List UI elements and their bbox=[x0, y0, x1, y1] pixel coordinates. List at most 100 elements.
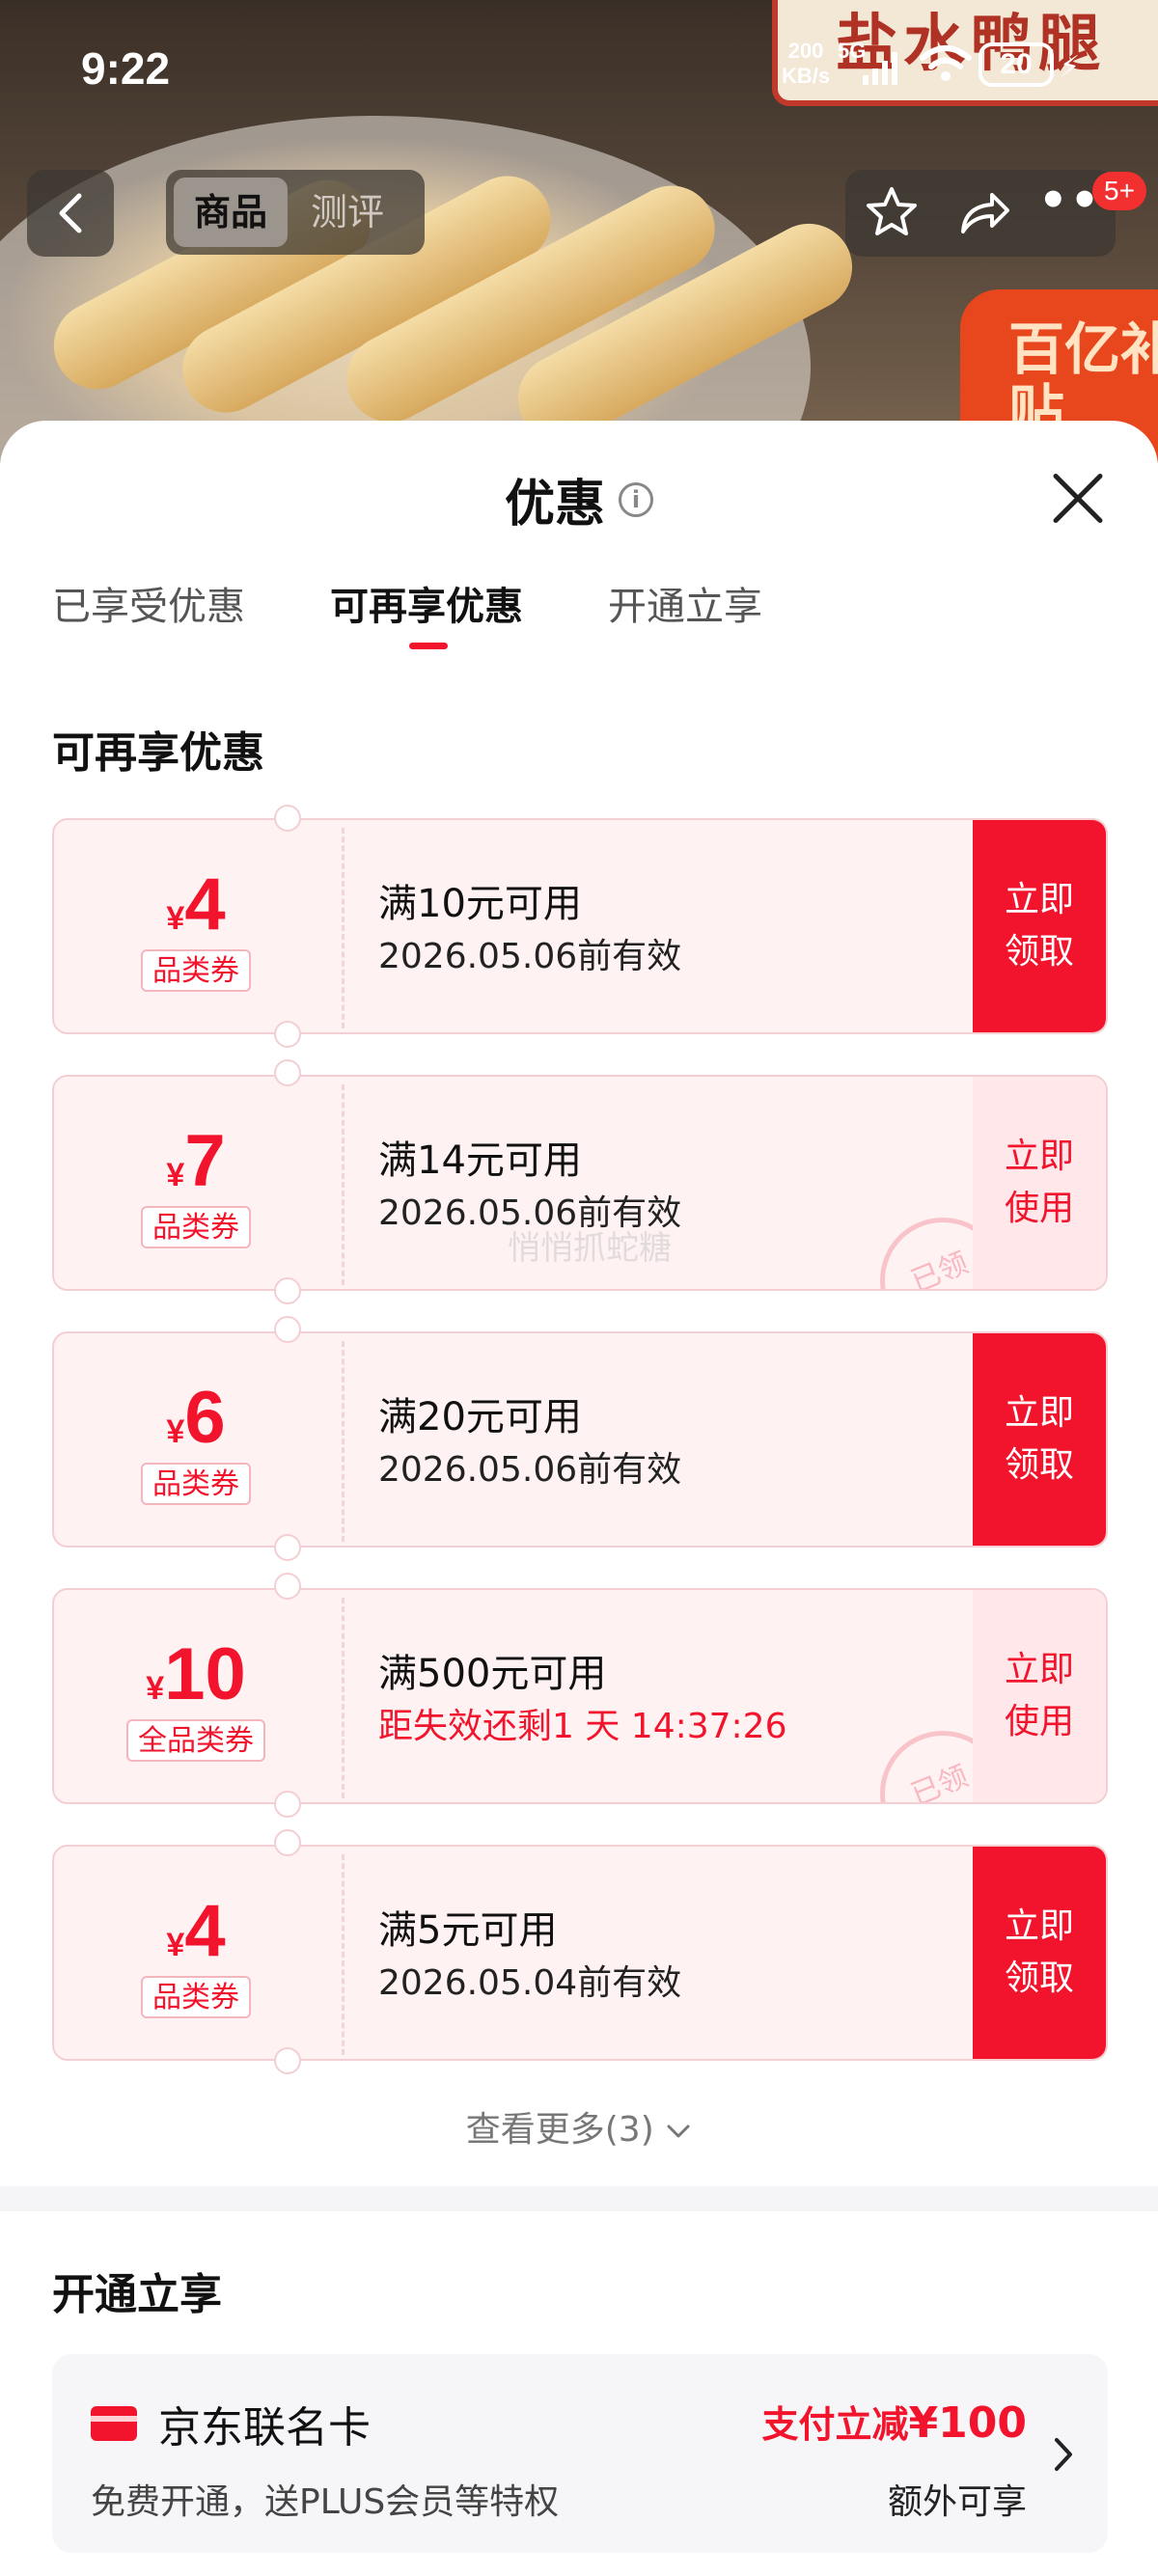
currency-symbol: ¥ bbox=[166, 1927, 185, 1963]
currency-symbol: ¥ bbox=[146, 1670, 165, 1707]
coupon-type-tag: 全品类券 bbox=[126, 1719, 265, 1762]
watermark-text: 悄悄抓蛇糖 bbox=[508, 1229, 672, 1268]
coupon-card: ¥4 品类券 满10元可用 2026.05.06前有效 立即 领取 bbox=[52, 818, 1108, 1034]
coupon-divider bbox=[342, 1084, 345, 1285]
sheet-title: 优惠 bbox=[504, 476, 605, 534]
share-button[interactable] bbox=[955, 183, 1013, 245]
coupon-divider bbox=[342, 1854, 345, 2055]
page-tabs: 商品 测评 bbox=[166, 170, 425, 255]
coupon-validity: 2026.05.06前有效 bbox=[378, 1450, 682, 1490]
jd-card-offer[interactable]: 京东联名卡 免费开通，送PLUS会员等特权 支付立减¥100 额外可享 bbox=[52, 2354, 1108, 2553]
currency-symbol: ¥ bbox=[166, 900, 185, 937]
sheet-header: 优惠 i bbox=[0, 463, 1158, 535]
section-title-activate: 开通立享 bbox=[52, 2270, 222, 2319]
chevron-down-icon bbox=[667, 2124, 690, 2138]
coupon-condition: 满14元可用 bbox=[378, 1138, 582, 1183]
coupon-notch bbox=[274, 1059, 301, 1086]
coupon-type-tag: 品类券 bbox=[141, 1976, 251, 2018]
network-type: 5G bbox=[838, 39, 867, 63]
coupon-card: ¥7 品类券 满14元可用 2026.05.06前有效 悄悄抓蛇糖 已领 立即 … bbox=[52, 1075, 1108, 1291]
tab-review[interactable]: 测评 bbox=[311, 178, 384, 247]
view-more-button[interactable]: 查看更多(3) bbox=[0, 2101, 1158, 2151]
coupon-condition: 满500元可用 bbox=[378, 1652, 607, 1696]
coupon-condition: 满5元可用 bbox=[378, 1908, 558, 1953]
coupon-notch bbox=[274, 2047, 301, 2074]
coupon-value: ¥6 品类券 bbox=[54, 1333, 338, 1546]
card-discount: 支付立减¥100 bbox=[762, 2395, 1027, 2448]
use-button-label: 立即 使用 bbox=[1004, 1137, 1074, 1228]
coupon-notch bbox=[274, 1277, 301, 1304]
share-icon bbox=[961, 193, 1009, 233]
star-icon bbox=[867, 187, 917, 235]
coupon-type-tag: 品类券 bbox=[141, 949, 251, 992]
coupon-value: ¥4 品类券 bbox=[54, 1847, 338, 2059]
coupon-notch bbox=[274, 1573, 301, 1600]
tab-enjoyed-offers[interactable]: 已享受优惠 bbox=[52, 575, 245, 631]
wifi-icon bbox=[920, 45, 972, 81]
credit-card-icon bbox=[91, 2406, 137, 2441]
claim-button[interactable]: 立即 领取 bbox=[973, 820, 1106, 1032]
coupon-divider bbox=[342, 1598, 345, 1798]
coupon-card: ¥6 品类券 满20元可用 2026.05.06前有效 立即 领取 bbox=[52, 1331, 1108, 1548]
coupon-amount: 6 bbox=[184, 1377, 226, 1459]
coupon-notch bbox=[274, 1021, 301, 1048]
coupon-value: ¥7 品类券 bbox=[54, 1077, 338, 1289]
coupon-condition: 满20元可用 bbox=[378, 1395, 582, 1439]
use-button-label: 立即 使用 bbox=[1004, 1650, 1074, 1741]
chevron-right-icon bbox=[1055, 2438, 1072, 2471]
coupon-card: ¥4 品类券 满5元可用 2026.05.04前有效 立即 领取 bbox=[52, 1845, 1108, 2061]
status-time: 9:22 bbox=[81, 43, 171, 94]
section-divider bbox=[0, 2186, 1158, 2211]
section-title-more-offers: 可再享优惠 bbox=[52, 728, 264, 778]
discount-amount: ¥100 bbox=[908, 2398, 1027, 2448]
discount-prefix: 支付立减 bbox=[761, 2403, 909, 2446]
view-more-label: 查看更多(3) bbox=[465, 2110, 654, 2150]
close-button[interactable] bbox=[1042, 463, 1114, 534]
offers-sheet: 优惠 i 已享受优惠 可再享优惠 开通立享 可再享优惠 ¥4 品类券 满10元可… bbox=[0, 421, 1158, 2576]
card-description: 免费开通，送PLUS会员等特权 bbox=[91, 2482, 560, 2522]
claim-button[interactable]: 立即 领取 bbox=[973, 1333, 1106, 1546]
currency-symbol: ¥ bbox=[166, 1157, 185, 1193]
network-speed: 200 KB/s bbox=[782, 39, 830, 89]
speed-value: 200 bbox=[787, 39, 824, 63]
coupon-amount: 4 bbox=[184, 1890, 226, 1972]
use-button[interactable]: 立即 使用 bbox=[973, 1077, 1106, 1289]
claim-button-label: 立即 领取 bbox=[1004, 880, 1074, 972]
coupon-notch bbox=[274, 805, 301, 832]
use-button[interactable]: 立即 使用 bbox=[973, 1590, 1106, 1802]
coupon-value: ¥4 品类券 bbox=[54, 820, 338, 1032]
coupon-notch bbox=[274, 1791, 301, 1818]
coupon-notch bbox=[274, 1829, 301, 1856]
card-name: 京东联名卡 bbox=[158, 2403, 371, 2453]
coupon-notch bbox=[274, 1316, 301, 1343]
tab-more-offers[interactable]: 可再享优惠 bbox=[330, 575, 523, 631]
coupon-amount: 4 bbox=[184, 863, 226, 945]
info-icon[interactable]: i bbox=[619, 481, 653, 517]
charging-icon: ⚡ bbox=[1060, 50, 1081, 84]
coupon-validity: 2026.05.04前有效 bbox=[378, 1963, 682, 2003]
speed-unit: KB/s bbox=[782, 64, 831, 88]
back-button[interactable] bbox=[27, 170, 114, 257]
battery-indicator: 20 bbox=[979, 42, 1054, 87]
tab-goods[interactable]: 商品 bbox=[174, 178, 288, 247]
coupon-value: ¥10 全品类券 bbox=[54, 1590, 338, 1802]
coupon-type-tag: 品类券 bbox=[141, 1463, 251, 1505]
coupon-amount: 7 bbox=[184, 1120, 226, 1202]
nav-actions: ••• bbox=[845, 170, 1131, 257]
claim-button[interactable]: 立即 领取 bbox=[973, 1847, 1106, 2059]
coupon-divider bbox=[342, 828, 345, 1028]
coupon-card: ¥10 全品类券 满500元可用 距失效还剩1 天 14:37:26 已领 立即… bbox=[52, 1588, 1108, 1804]
signal-icon bbox=[863, 52, 897, 85]
active-tab-indicator bbox=[409, 643, 448, 649]
currency-symbol: ¥ bbox=[166, 1413, 185, 1450]
coupon-countdown: 距失效还剩1 天 14:37:26 bbox=[378, 1707, 787, 1746]
coupon-condition: 满10元可用 bbox=[378, 882, 582, 926]
chevron-left-icon bbox=[59, 193, 82, 233]
claim-button-label: 立即 领取 bbox=[1004, 1906, 1074, 1998]
status-bar: 9:22 200 KB/s 5G 20 ⚡ bbox=[0, 0, 1158, 125]
tab-activate-offers[interactable]: 开通立享 bbox=[608, 575, 762, 631]
message-count-badge: 5+ bbox=[1092, 172, 1146, 210]
card-extra-note: 额外可享 bbox=[887, 2482, 1027, 2522]
coupon-divider bbox=[342, 1341, 345, 1542]
favorite-button[interactable] bbox=[863, 183, 921, 245]
